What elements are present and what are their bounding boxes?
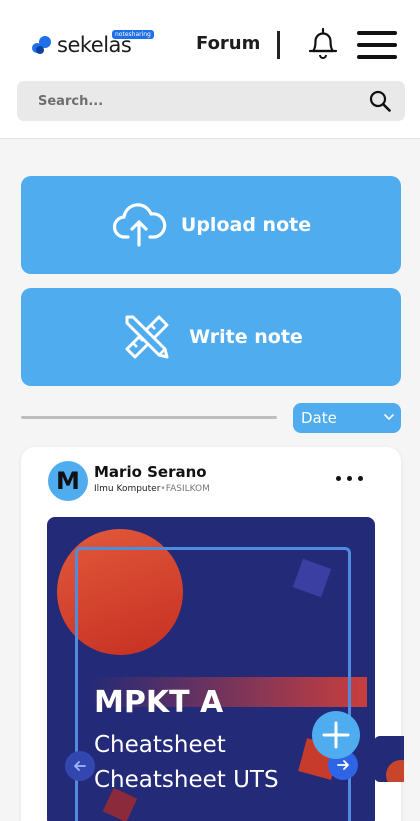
sort-select-value: Date	[301, 409, 337, 427]
filter-divider	[21, 416, 277, 419]
hamburger-menu-icon[interactable]	[357, 31, 397, 59]
write-note-label: Write note	[189, 326, 303, 348]
forum-link[interactable]: Forum	[196, 33, 260, 54]
search-bar	[17, 81, 405, 121]
logo-badge: notesharing	[112, 30, 154, 39]
faculty: FASILKOM	[165, 484, 210, 494]
add-note-fab[interactable]	[312, 711, 360, 759]
study-program: Ilmu Komputer	[94, 484, 161, 494]
search-input[interactable]	[38, 90, 338, 112]
thumbnail-subtitle-2: Cheatsheet UTS	[94, 767, 279, 793]
sort-select[interactable]: Date	[293, 403, 401, 433]
avatar-initial: M	[56, 467, 80, 495]
write-note-button[interactable]: Write note	[21, 288, 401, 386]
carousel-prev-button[interactable]	[65, 751, 95, 781]
logo-mark-icon	[32, 34, 54, 56]
avatar[interactable]: M	[48, 461, 88, 501]
upload-note-label: Upload note	[180, 214, 312, 236]
thumbnail-subtitle: Cheatsheet	[94, 732, 226, 758]
plus-icon	[322, 721, 350, 749]
next-card-peek[interactable]	[374, 736, 404, 782]
arrow-right-icon	[337, 760, 349, 770]
header-divider	[277, 31, 280, 59]
arrow-left-icon	[74, 761, 86, 771]
app-logo[interactable]: sekelas notesharing	[32, 30, 154, 59]
search-icon[interactable]	[369, 90, 391, 112]
more-options-icon[interactable]	[336, 473, 366, 483]
upload-note-button[interactable]: Upload note	[21, 176, 401, 274]
author-meta: Ilmu Komputer•FASILKOM	[94, 484, 210, 494]
cloud-upload-icon	[112, 203, 167, 247]
pencil-ruler-icon	[125, 315, 169, 359]
note-thumbnail[interactable]: MPKT A Cheatsheet Cheatsheet UTS	[47, 517, 375, 821]
author-name[interactable]: Mario Serano	[94, 463, 207, 481]
thumbnail-title: MPKT A	[94, 685, 224, 720]
top-bar: sekelas notesharing Forum	[0, 0, 420, 139]
chevron-down-icon	[384, 414, 394, 421]
bell-icon[interactable]	[306, 26, 340, 60]
